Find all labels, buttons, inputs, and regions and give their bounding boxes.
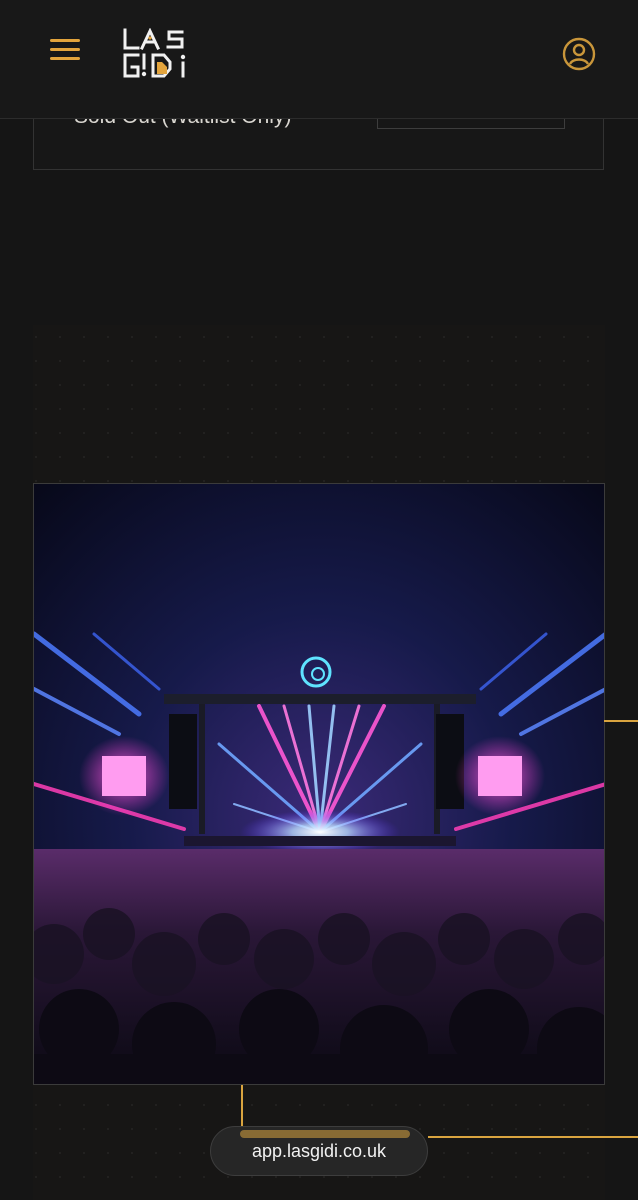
app-header — [0, 0, 638, 119]
lasgidi-logo-icon[interactable] — [122, 27, 188, 80]
user-circle-icon[interactable] — [562, 37, 596, 71]
concert-stage-image — [33, 483, 605, 1085]
connector-line — [428, 1136, 638, 1138]
connector-line — [604, 720, 638, 722]
url-bar-highlight — [240, 1130, 410, 1138]
hamburger-menu-icon[interactable] — [50, 39, 80, 61]
url-text: app.lasgidi.co.uk — [251, 1140, 387, 1161]
